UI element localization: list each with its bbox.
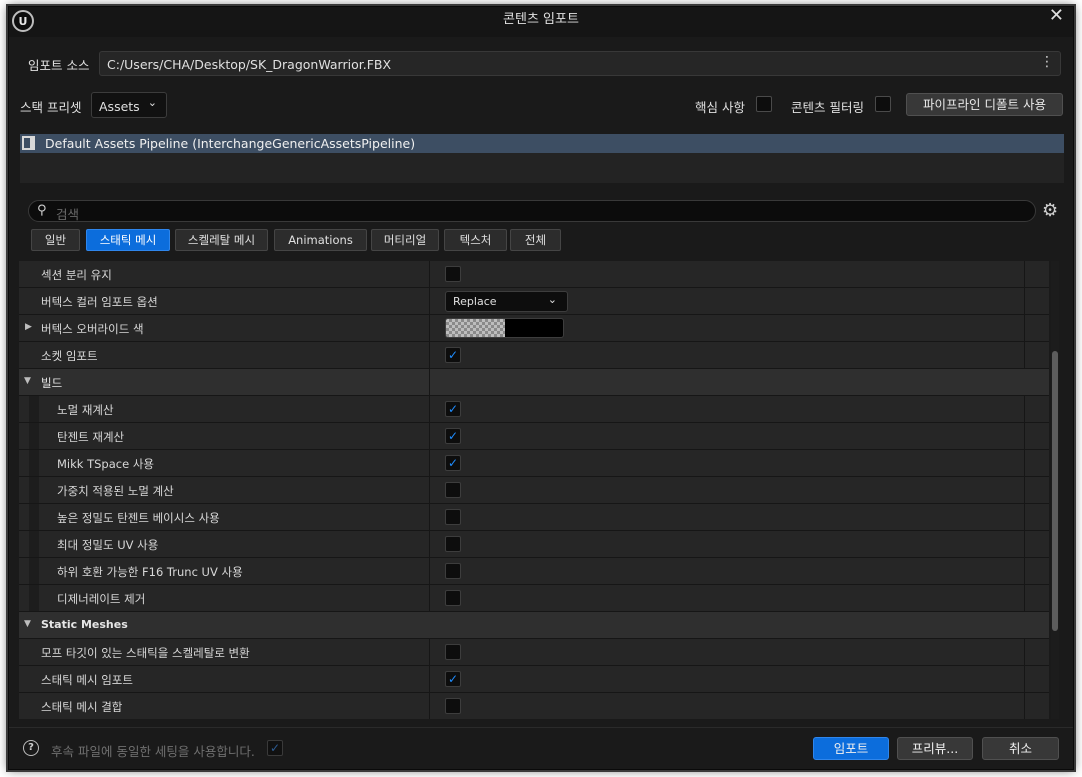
chevron-down-icon: ⌄ — [547, 293, 557, 306]
preview-button[interactable]: 프리뷰... — [897, 737, 973, 760]
category-row-build[interactable]: ▼ 빌드 — [19, 369, 1049, 396]
property-label: 모프 타깃이 있는 스태틱을 스켈레탈로 변환 — [41, 646, 250, 660]
chevron-down-icon: ⌄ — [147, 96, 157, 109]
import-source-path: C:/Users/CHA/Desktop/SK_DragonWarrior.FB… — [107, 57, 392, 72]
property-label: 스태틱 메시 임포트 — [41, 673, 133, 687]
search-icon: ⚲ — [37, 203, 47, 218]
vertex-color-import-value: Replace — [453, 295, 497, 308]
window-title: 콘텐츠 임포트 — [503, 12, 579, 27]
core-options-label: 핵심 사항 — [695, 100, 745, 115]
property-label: 섹션 분리 유지 — [41, 268, 112, 282]
import-button[interactable]: 임포트 — [813, 737, 889, 760]
property-row: 디제너레이트 제거 — [19, 585, 1049, 612]
property-row: 최대 정밀도 UV 사용 — [19, 531, 1049, 558]
property-row: 스태틱 메시 결합 — [19, 693, 1049, 719]
content-filter-checkbox[interactable] — [875, 96, 891, 112]
alpha-checker — [446, 319, 505, 337]
stack-preset-dropdown[interactable]: Assets ⌄ — [91, 92, 167, 118]
tab-material[interactable]: 머티리얼 — [371, 229, 439, 251]
property-row: 섹션 분리 유지 — [19, 261, 1049, 288]
pipeline-item-default[interactable]: Default Assets Pipeline (InterchangeGene… — [20, 134, 1064, 153]
property-row: 스태틱 메시 임포트 ✓ — [19, 666, 1049, 693]
weighted-normals-checkbox[interactable] — [445, 482, 461, 498]
property-label: 버텍스 컬러 임포트 옵션 — [41, 295, 158, 309]
property-row: 소켓 임포트 ✓ — [19, 342, 1049, 369]
apply-to-subsequent-checkbox[interactable]: ✓ — [267, 740, 283, 756]
title-bar: U 콘텐츠 임포트 ✕ — [9, 7, 1073, 37]
property-row: 모프 타깃이 있는 스태틱을 스켈레탈로 변환 — [19, 639, 1049, 666]
morph-to-skeletal-checkbox[interactable] — [445, 644, 461, 660]
property-label: 하위 호환 가능한 F16 Trunc UV 사용 — [57, 565, 243, 579]
core-options-checkbox[interactable] — [756, 96, 772, 112]
use-pipeline-defaults-button[interactable]: 파이프라인 디폴트 사용 — [906, 93, 1063, 116]
help-icon[interactable]: ? — [23, 740, 39, 756]
tab-all[interactable]: 전체 — [510, 229, 561, 251]
stack-preset-value: Assets — [99, 99, 140, 114]
recompute-normals-checkbox[interactable]: ✓ — [445, 401, 461, 417]
keep-sections-checkbox[interactable] — [445, 266, 461, 282]
details-grid: 섹션 분리 유지 버텍스 컬러 임포트 옵션 Replace ⌄ ▶ 버텍스 오… — [19, 261, 1049, 719]
property-row: 높은 정밀도 탄젠트 베이시스 사용 — [19, 504, 1049, 531]
search-placeholder: 검색 — [56, 207, 80, 222]
category-row-static-meshes[interactable]: ▼ Static Meshes — [19, 612, 1049, 639]
tab-animations[interactable]: Animations — [274, 229, 367, 251]
property-row: 노멀 재계산 ✓ — [19, 396, 1049, 423]
apply-to-subsequent-label: 후속 파일에 동일한 세팅을 사용합니다. — [51, 744, 255, 759]
stack-preset-label: 스택 프리셋 — [20, 100, 82, 115]
remove-degenerates-checkbox[interactable] — [445, 590, 461, 606]
category-label: 빌드 — [41, 376, 63, 390]
collapse-arrow-icon[interactable]: ▼ — [24, 376, 31, 386]
property-label: Mikk TSpace 사용 — [57, 457, 154, 471]
property-row: 탄젠트 재계산 ✓ — [19, 423, 1049, 450]
vertical-ellipsis-icon[interactable]: ⋮ — [1040, 54, 1054, 70]
import-static-meshes-checkbox[interactable]: ✓ — [445, 671, 461, 687]
property-row: 버텍스 컬러 임포트 옵션 Replace ⌄ — [19, 288, 1049, 315]
import-source-label: 임포트 소스 — [28, 58, 90, 73]
tab-skeletal-mesh[interactable]: 스켈레탈 메시 — [175, 229, 268, 251]
close-icon[interactable]: ✕ — [1049, 7, 1064, 25]
tab-texture[interactable]: 텍스처 — [444, 229, 507, 251]
import-source-field[interactable]: C:/Users/CHA/Desktop/SK_DragonWarrior.FB… — [99, 51, 1061, 76]
property-label: 탄젠트 재계산 — [57, 430, 125, 444]
import-sockets-checkbox[interactable]: ✓ — [445, 347, 461, 363]
scrollbar-thumb[interactable] — [1052, 351, 1058, 631]
expand-arrow-icon[interactable]: ▶ — [25, 322, 32, 332]
pipeline-item-label: Default Assets Pipeline (InterchangeGene… — [45, 136, 416, 151]
tab-static-mesh[interactable]: 스태틱 메시 — [86, 229, 170, 251]
backwards-f16-uv-checkbox[interactable] — [445, 563, 461, 579]
recompute-tangents-checkbox[interactable]: ✓ — [445, 428, 461, 444]
dialog-footer: ? 후속 파일에 동일한 세팅을 사용합니다. ✓ 임포트 프리뷰... 취소 — [9, 727, 1073, 769]
property-label: 스태틱 메시 결합 — [41, 700, 123, 714]
content-import-dialog: U 콘텐츠 임포트 ✕ 임포트 소스 C:/Users/CHA/Desktop/… — [8, 6, 1074, 770]
property-row: 가중치 적용된 노멀 계산 — [19, 477, 1049, 504]
mikk-tspace-checkbox[interactable]: ✓ — [445, 455, 461, 471]
gear-icon[interactable]: ⚙ — [1042, 200, 1058, 221]
vertex-override-color-swatch[interactable] — [445, 318, 564, 338]
property-label: 가중치 적용된 노멀 계산 — [57, 484, 174, 498]
combine-static-meshes-checkbox[interactable] — [445, 698, 461, 714]
high-precision-tangent-checkbox[interactable] — [445, 509, 461, 525]
pipeline-list: Default Assets Pipeline (InterchangeGene… — [20, 134, 1064, 183]
search-input[interactable]: ⚲ 검색 — [28, 200, 1036, 222]
property-row: Mikk TSpace 사용 ✓ — [19, 450, 1049, 477]
cancel-button[interactable]: 취소 — [982, 737, 1059, 760]
pipeline-icon — [22, 136, 35, 150]
vertex-color-import-dropdown[interactable]: Replace ⌄ — [445, 291, 568, 312]
property-label: 노멀 재계산 — [57, 403, 114, 417]
tab-general[interactable]: 일반 — [31, 229, 80, 251]
full-precision-uv-checkbox[interactable] — [445, 536, 461, 552]
property-label: 버텍스 오버라이드 색 — [41, 322, 144, 336]
collapse-arrow-icon[interactable]: ▼ — [24, 619, 31, 629]
category-label: Static Meshes — [41, 618, 128, 631]
property-label: 디제너레이트 제거 — [57, 592, 146, 606]
property-label: 높은 정밀도 탄젠트 베이시스 사용 — [57, 511, 220, 525]
content-filter-label: 콘텐츠 필터링 — [791, 100, 864, 115]
import-source-row: 임포트 소스 C:/Users/CHA/Desktop/SK_DragonWar… — [9, 47, 1073, 79]
property-row: ▶ 버텍스 오버라이드 색 — [19, 315, 1049, 342]
property-label: 최대 정밀도 UV 사용 — [57, 538, 159, 552]
property-label: 소켓 임포트 — [41, 349, 98, 363]
property-row: 하위 호환 가능한 F16 Trunc UV 사용 — [19, 558, 1049, 585]
details-scrollbar[interactable] — [1051, 261, 1059, 719]
